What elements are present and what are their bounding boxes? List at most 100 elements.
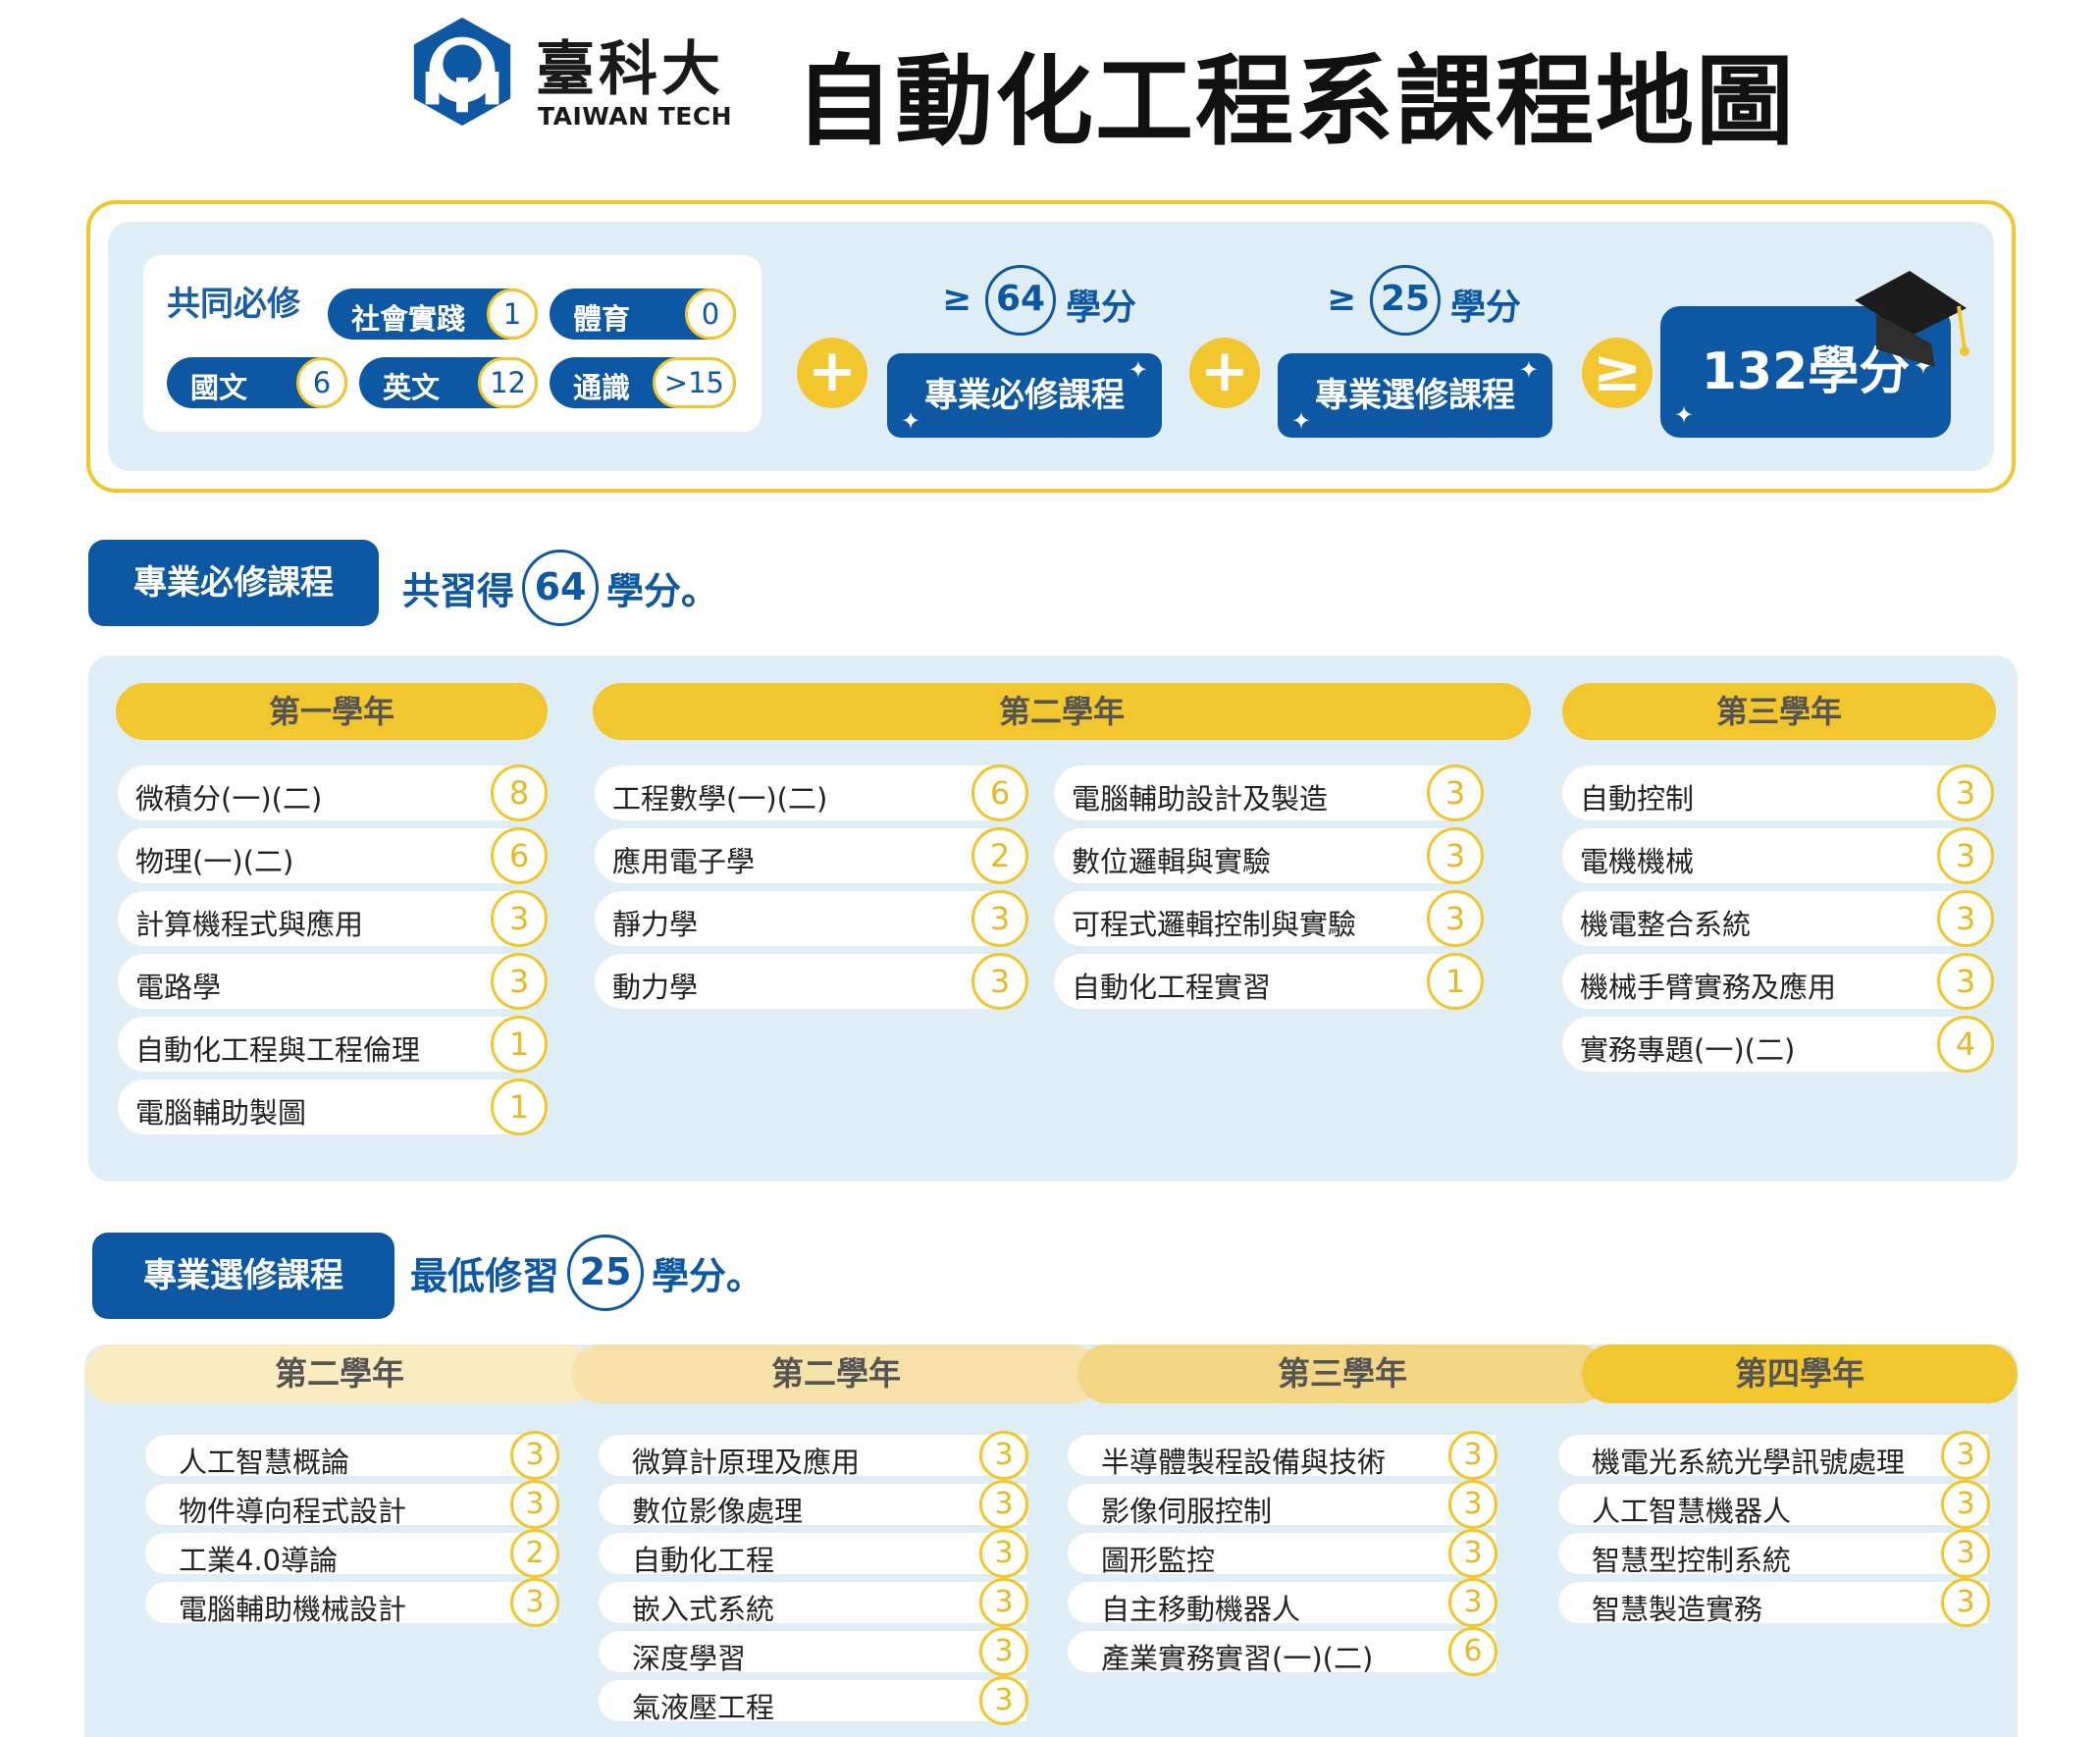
- course-name: 應用電子學: [612, 845, 756, 878]
- course-name: 圖形監控: [1101, 1544, 1216, 1577]
- course-name: 人工智慧概論: [179, 1446, 350, 1479]
- graduation-cap-icon: [1855, 271, 1969, 367]
- course-name: 智慧型控制系統: [1592, 1544, 1792, 1577]
- required-credit-number: 64: [985, 265, 1056, 336]
- elective-course-item: 智慧型控制系統 3: [1558, 1529, 1990, 1578]
- course-item: 電腦輔助製圖 1: [118, 1079, 548, 1135]
- course-name: 物理(一)(二): [135, 845, 294, 878]
- course-credits: 2: [510, 1529, 559, 1578]
- required-courses-badge-label: 專業必修課程: [924, 376, 1125, 415]
- elective-course-item: 數位影像處理 3: [599, 1480, 1028, 1529]
- course-credits: 6: [1448, 1627, 1497, 1676]
- course-credits: 3: [510, 1578, 559, 1627]
- sparkle-icon: ✦: [1291, 407, 1312, 435]
- course-name: 可程式邏輯控制與實驗: [1072, 908, 1357, 941]
- course-credits: 1: [491, 1079, 548, 1135]
- elective-course-item: 半導體製程設備與技術 3: [1068, 1431, 1497, 1480]
- course-item: 可程式邏輯控制與實驗 3: [1054, 890, 1484, 947]
- year-header-second: 第二學年: [593, 683, 1531, 740]
- elective-course-item: 圖形監控 3: [1068, 1529, 1497, 1578]
- elective-credit-unit: 學分: [1450, 288, 1522, 328]
- plus-icon: +: [797, 338, 867, 408]
- course-credits: 3: [979, 1676, 1028, 1725]
- required-note-credits: 64: [522, 550, 600, 626]
- course-name: 動力學: [612, 971, 699, 1004]
- course-name: 電路學: [135, 971, 222, 1004]
- course-item: 工程數學(一)(二) 6: [595, 764, 1028, 821]
- course-credits: 3: [1937, 890, 1994, 947]
- credit-summary-inner: 共同必修 社會實踐 1 體育 0 國文 6 英文 12 通識 >15 + ≥ 6…: [108, 222, 1994, 471]
- course-name: 自主移動機器人: [1101, 1593, 1301, 1626]
- course-name: 計算機程式與應用: [135, 908, 364, 941]
- elective-note-prefix: 最低修習: [410, 1254, 560, 1298]
- course-name: 靜力學: [612, 908, 699, 941]
- elective-course-item: 工業4.0導論 2: [145, 1529, 559, 1578]
- course-credits: 3: [1941, 1578, 1990, 1627]
- common-item-label: 國文: [190, 371, 248, 404]
- common-item-english: 英文 12: [359, 357, 538, 408]
- required-credit-line: ≥ 64 學分: [942, 265, 1197, 336]
- course-name: 智慧製造實務: [1592, 1593, 1763, 1626]
- sparkle-icon: ✦: [1128, 356, 1148, 384]
- course-credits: 3: [491, 890, 548, 947]
- elective-course-item: 自動化工程 3: [599, 1529, 1028, 1578]
- course-item: 機械手臂實務及應用 3: [1562, 953, 1994, 1010]
- common-item-credits: 12: [478, 357, 538, 408]
- common-item-credits: 1: [487, 289, 538, 340]
- common-item-pe: 體育 0: [550, 289, 736, 340]
- course-name: 機電光系統光學訊號處理: [1592, 1446, 1906, 1479]
- course-name: 自動化工程: [632, 1544, 775, 1577]
- course-credits: 3: [491, 953, 548, 1010]
- common-item-credits: 0: [685, 289, 736, 340]
- year-header-first: 第一學年: [116, 683, 548, 740]
- course-name: 深度學習: [632, 1642, 747, 1675]
- course-item: 自動化工程實習 1: [1054, 953, 1484, 1010]
- course-item: 機電整合系統 3: [1562, 890, 1994, 947]
- common-item-social-practice: 社會實踐 1: [328, 289, 538, 340]
- logo-chinese-text: 臺科大: [536, 35, 724, 104]
- common-item-general-education: 通識 >15: [550, 357, 736, 408]
- course-item: 電路學 3: [118, 953, 548, 1010]
- common-item-label: 社會實踐: [351, 302, 466, 336]
- course-item: 實務專題(一)(二) 4: [1562, 1016, 1994, 1073]
- course-name: 自動化工程實習: [1072, 971, 1272, 1004]
- required-courses-panel: 第一學年 第二學年 第三學年 微積分(一)(二) 8 物理(一)(二) 6 計算機程…: [88, 656, 2018, 1182]
- course-credits: 3: [979, 1431, 1028, 1480]
- sparkle-icon: ✦: [901, 407, 921, 435]
- course-item: 靜力學 3: [595, 890, 1028, 947]
- plus-icon: +: [1189, 338, 1260, 408]
- year-header-third: 第三學年: [1562, 683, 1996, 740]
- course-item: 微積分(一)(二) 8: [118, 764, 548, 821]
- course-credits: 3: [510, 1431, 559, 1480]
- required-courses-badge: 專業必修課程 ✦ ✦: [887, 353, 1162, 438]
- elective-section-label: 專業選修課程: [92, 1233, 394, 1319]
- credit-summary-box: 共同必修 社會實踐 1 體育 0 國文 6 英文 12 通識 >15 + ≥ 6…: [86, 200, 2016, 493]
- course-credits: 3: [1448, 1529, 1497, 1578]
- course-credits: 3: [1937, 953, 1994, 1010]
- course-name: 電腦輔助設計及製造: [1072, 782, 1329, 816]
- required-note-prefix: 共習得: [402, 569, 515, 613]
- course-name: 影像伺服控制: [1101, 1495, 1273, 1528]
- course-name: 嵌入式系統: [632, 1593, 775, 1626]
- elective-year-header-second-a: 第二學年: [84, 1344, 595, 1403]
- elective-course-item: 電腦輔助機械設計 3: [145, 1578, 559, 1627]
- course-credits: 3: [971, 890, 1028, 947]
- elective-courses-badge: 專業選修課程 ✦ ✦: [1278, 353, 1552, 438]
- course-credits: 1: [491, 1016, 548, 1073]
- course-credits: 2: [971, 827, 1028, 884]
- course-name: 自動化工程與工程倫理: [135, 1033, 421, 1067]
- required-note-suffix: 學分。: [606, 569, 719, 613]
- sparkle-icon: ✦: [1518, 356, 1539, 384]
- course-name: 數位影像處理: [632, 1495, 804, 1528]
- course-credits: 3: [1448, 1431, 1497, 1480]
- course-credits: 3: [1941, 1529, 1990, 1578]
- course-credits: 3: [979, 1578, 1028, 1627]
- course-name: 工業4.0導論: [179, 1544, 339, 1577]
- elective-year-header-third: 第三學年: [1077, 1344, 1607, 1403]
- course-credits: 3: [1427, 890, 1484, 947]
- common-item-label: 通識: [573, 371, 631, 404]
- course-credits: 3: [1448, 1480, 1497, 1529]
- elective-courses-badge-label: 專業選修課程: [1315, 376, 1515, 415]
- course-name: 氣液壓工程: [632, 1691, 775, 1724]
- elective-course-item: 智慧製造實務 3: [1558, 1578, 1990, 1627]
